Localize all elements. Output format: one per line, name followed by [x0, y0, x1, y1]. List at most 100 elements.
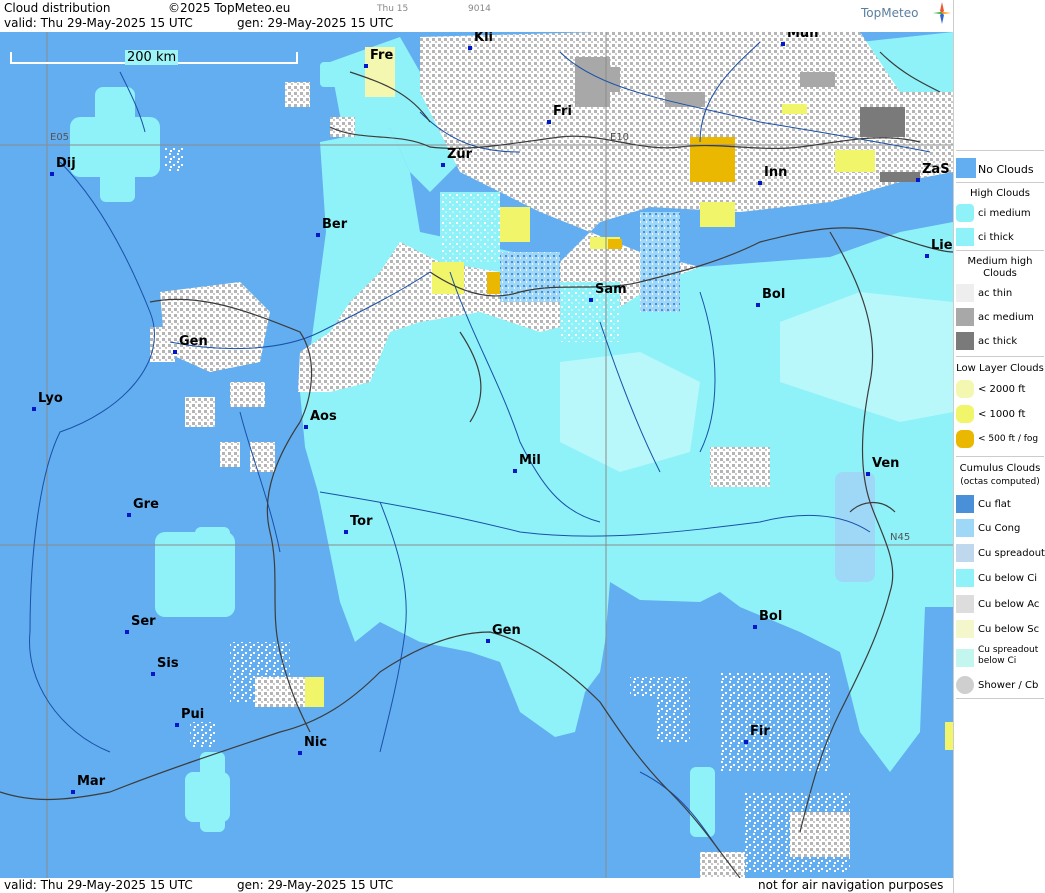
header-small-1: Thu 15	[377, 4, 409, 14]
legend-section-medium: Medium high Clouds	[967, 256, 1033, 279]
low-cloud-1000ft	[500, 207, 530, 242]
city-label: Sis	[157, 656, 179, 671]
footer-gen-time: gen: 29-May-2025 15 UTC	[237, 878, 394, 892]
legend-label: ac thin	[978, 288, 1013, 299]
legend-swatch	[956, 676, 974, 694]
footer: valid: Thu 29-May-2025 15 UTC gen: 29-Ma…	[0, 878, 953, 893]
legend-divider	[956, 356, 1044, 357]
legend-label: < 1000 ft	[978, 409, 1026, 420]
city-dot	[486, 639, 490, 643]
city-dot	[925, 254, 929, 258]
cirrus-blob	[185, 772, 230, 822]
city-label: Gen	[179, 334, 208, 349]
ac-area-west	[160, 282, 270, 372]
legend-label: Shower / Cb	[978, 680, 1039, 691]
cirrus-blob	[70, 117, 160, 177]
cirrus-blob	[100, 172, 135, 202]
cu-flat-dots	[165, 147, 185, 172]
legend-section-low: Low Layer Clouds	[956, 363, 1044, 374]
city-dot	[756, 303, 760, 307]
legend-label: ci medium	[978, 208, 1031, 219]
city-label: Ber	[322, 217, 348, 232]
ac-blob	[230, 382, 265, 407]
city-label: Fri	[553, 104, 572, 119]
header: Cloud distribution ©2025 TopMeteo.eu Thu…	[0, 0, 953, 32]
cu-below-ac	[710, 447, 770, 487]
city-dot	[781, 42, 785, 46]
low-cloud-1000ft	[700, 202, 735, 227]
cu-flat-dots	[190, 722, 215, 747]
city-dot	[753, 625, 757, 629]
ac-blob	[285, 82, 310, 107]
legend-label: Cu spreadout	[978, 548, 1045, 559]
city-label: Pui	[181, 707, 205, 722]
legend-swatch	[956, 519, 974, 537]
cirrus-blob	[195, 527, 230, 557]
legend-swatch	[956, 158, 976, 178]
footer-valid-time: valid: Thu 29-May-2025 15 UTC	[4, 878, 193, 892]
legend-divider	[956, 456, 1044, 457]
grid-label-e05: E05	[50, 132, 70, 143]
legend-swatch	[956, 284, 974, 302]
city-dot	[304, 425, 308, 429]
legend-section-high: High Clouds	[970, 188, 1030, 199]
map-layers	[0, 32, 953, 878]
legend-swatch	[956, 620, 974, 638]
legend-swatch	[956, 228, 974, 246]
city-dot	[589, 298, 593, 302]
low-cloud-1000ft	[945, 722, 953, 750]
low-cloud-1000ft	[432, 262, 464, 294]
legend-swatch	[956, 332, 974, 350]
legend-swatch	[956, 430, 974, 448]
cu-flat-dots	[630, 677, 690, 697]
city-label: Ser	[131, 614, 156, 629]
city-dot	[344, 530, 348, 534]
city-dot	[125, 630, 129, 634]
legend-section-cumulus-sub: (octas computed)	[960, 477, 1040, 487]
cu-below-ac	[700, 852, 745, 878]
city-dot	[71, 790, 75, 794]
legend-panel: No Clouds High Clouds ci medium ci thick…	[953, 0, 1045, 893]
valid-time: valid: Thu 29-May-2025 15 UTC	[4, 16, 193, 30]
legend-section-cumulus: Cumulus Clouds	[959, 463, 1041, 474]
low-cloud-1000ft	[835, 150, 875, 172]
legend-label: No Clouds	[978, 163, 1034, 176]
legend-label: Cu spreadout below Ci	[978, 645, 1039, 666]
legend-divider	[956, 250, 1044, 251]
city-dot	[468, 46, 472, 50]
city-label: Inn	[764, 165, 788, 180]
cu-flat-dots	[720, 672, 830, 772]
ac-thick-patch	[880, 172, 920, 182]
legend-swatch	[956, 405, 974, 423]
city-dot	[175, 723, 179, 727]
city-dot	[866, 472, 870, 476]
city-dot	[916, 178, 920, 182]
cu-spreadout	[640, 212, 680, 312]
low-cloud-500ft	[690, 137, 735, 182]
city-dot	[364, 64, 368, 68]
city-dot	[547, 120, 551, 124]
brand-name: TopMeteo	[861, 6, 919, 20]
city-label: Tor	[350, 514, 373, 529]
city-dot	[513, 469, 517, 473]
cirrus-blob	[835, 472, 875, 582]
legend-label: Cu flat	[978, 499, 1011, 510]
city-label: Fre	[370, 48, 394, 63]
city-label: Ven	[872, 456, 900, 471]
city-dot	[298, 751, 302, 755]
city-label: Bol	[759, 609, 783, 624]
city-label: Mun	[787, 32, 819, 41]
cloud-map[interactable]: E05 E10 N45 200 km Kli Mun Fre Fri Dij Z…	[0, 32, 953, 878]
city-label: Bol	[762, 287, 786, 302]
city-label: Kli	[474, 32, 493, 45]
ac-medium-patch	[800, 72, 835, 87]
legend-label: Cu below Ci	[978, 573, 1038, 584]
city-label: ZaS	[922, 162, 950, 177]
city-label: Gre	[133, 497, 159, 512]
legend-label: < 2000 ft	[978, 384, 1026, 395]
scale-label: 200 km	[125, 50, 179, 65]
low-cloud-500ft	[608, 239, 622, 249]
ac-blob	[185, 397, 215, 427]
cu-below-ac	[790, 812, 850, 857]
city-dot	[173, 350, 177, 354]
